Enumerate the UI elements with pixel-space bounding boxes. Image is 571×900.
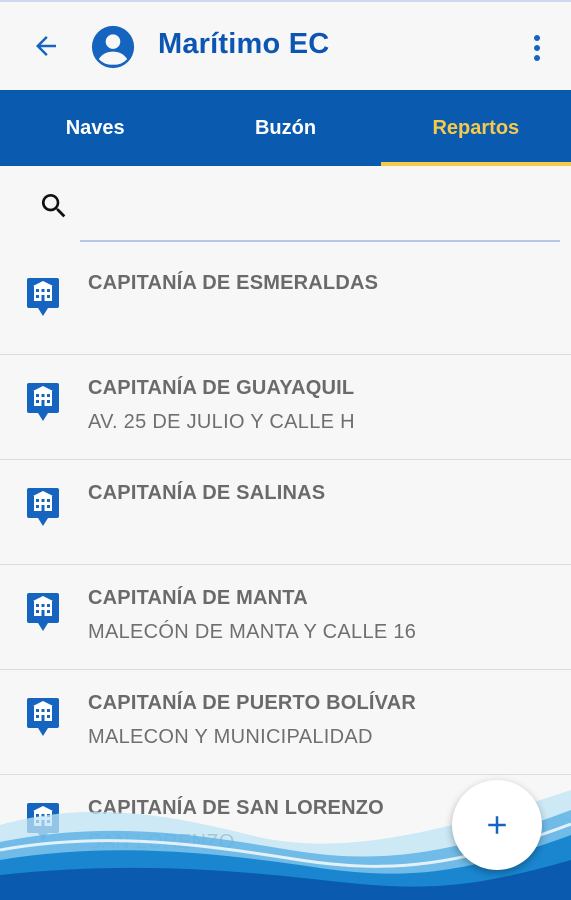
list-item[interactable]: CAPITANÍA DE ESMERALDAS	[0, 250, 571, 355]
more-vertical-icon	[534, 35, 540, 61]
building-marker-icon	[27, 488, 59, 526]
building-marker-icon	[27, 593, 59, 631]
app-title: Marítimo EC	[158, 28, 330, 60]
search-input[interactable]	[80, 178, 560, 242]
item-address: MALECON Y MUNICIPALIDAD	[88, 726, 373, 748]
back-button[interactable]	[28, 28, 64, 64]
app-bar: Marítimo EC	[0, 0, 571, 90]
item-name: CAPITANÍA DE SAN LORENZO	[88, 797, 384, 819]
item-address: SAN LORENZO	[88, 831, 235, 853]
list-item[interactable]: CAPITANÍA DE SALINAS	[0, 460, 571, 565]
item-name: CAPITANÍA DE GUAYAQUIL	[88, 377, 355, 399]
arrow-left-icon	[36, 36, 56, 56]
item-address: MALECÓN DE MANTA Y CALLE 16	[88, 621, 417, 643]
item-name: CAPITANÍA DE MANTA	[88, 587, 308, 609]
building-marker-icon	[27, 278, 59, 316]
item-name: CAPITANÍA DE SALINAS	[88, 482, 326, 504]
item-address: AV. 25 DE JULIO Y CALLE H	[88, 411, 355, 433]
building-marker-icon	[27, 803, 59, 841]
plus-icon	[488, 816, 506, 834]
tab-bar: Naves Buzón Repartos	[0, 90, 571, 166]
account-circle-icon[interactable]	[90, 24, 136, 70]
search-icon	[41, 194, 66, 218]
tab-naves[interactable]: Naves	[0, 90, 190, 166]
tab-repartos[interactable]: Repartos	[380, 90, 571, 166]
item-name: CAPITANÍA DE PUERTO BOLÍVAR	[88, 692, 417, 714]
building-marker-icon	[27, 383, 59, 421]
list-item[interactable]: CAPITANÍA DE GUAYAQUIL AV. 25 DE JULIO Y…	[0, 355, 571, 460]
list-item[interactable]: CAPITANÍA DE MANTA MALECÓN DE MANTA Y CA…	[0, 565, 571, 670]
list-item[interactable]: CAPITANÍA DE PUERTO BOLÍVAR MALECON Y MU…	[0, 670, 571, 775]
item-name: CAPITANÍA DE ESMERALDAS	[88, 272, 379, 294]
building-marker-icon	[27, 698, 59, 736]
overflow-menu-button[interactable]	[522, 28, 552, 68]
add-button[interactable]	[452, 780, 542, 870]
tab-buzon[interactable]: Buzón	[190, 90, 380, 166]
